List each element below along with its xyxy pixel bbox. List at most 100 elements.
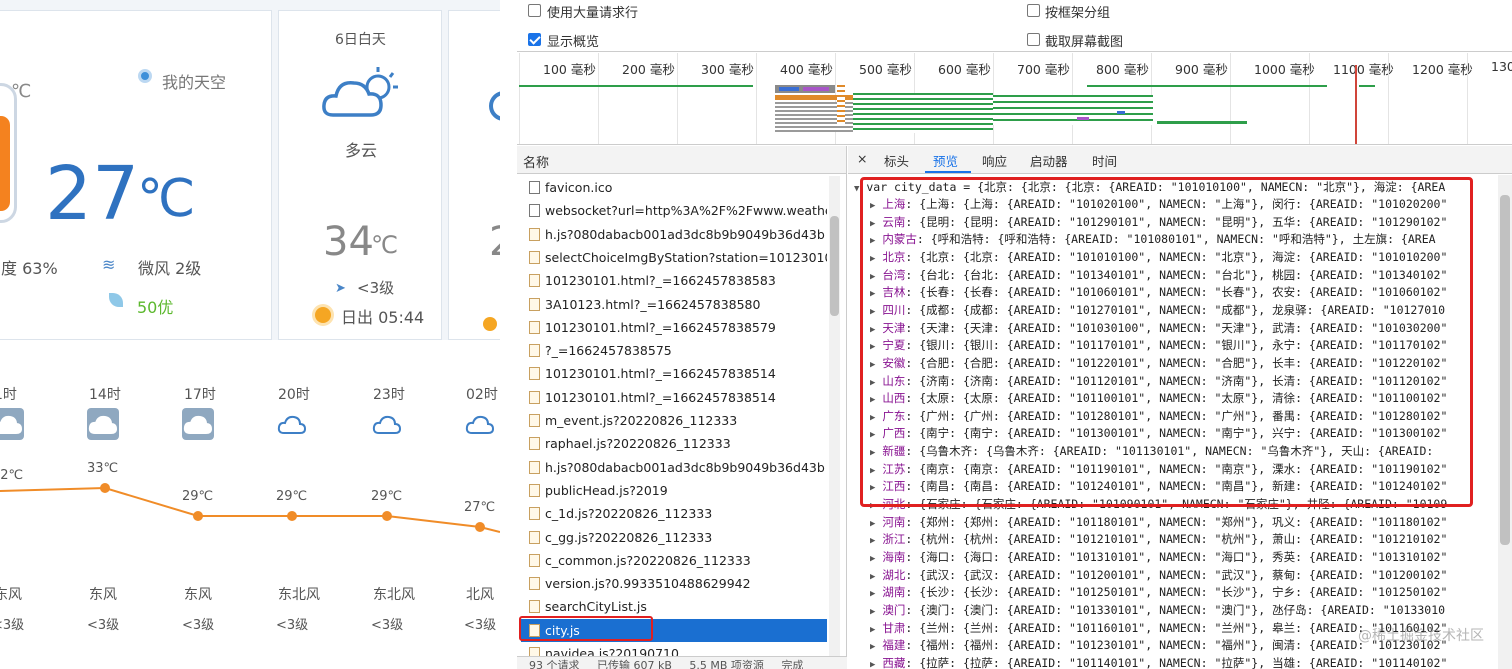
overview-checkbox[interactable] xyxy=(528,33,541,46)
tab-timing[interactable]: 时间 xyxy=(1092,151,1117,170)
list-scrollbar[interactable] xyxy=(829,176,840,656)
request-name: c_common.js?20220826_112333 xyxy=(545,552,751,568)
request-row[interactable]: favicon.ico xyxy=(521,176,827,199)
group-frame-label[interactable]: 按框架分组 xyxy=(1045,2,1110,21)
partly-cloudy-icon xyxy=(321,63,403,125)
finish: 完成 xyxy=(781,659,804,669)
province-value: : {澳门: {澳门: {AREAID: "101330101", NAMECN… xyxy=(905,602,1446,617)
request-row[interactable]: h.js?080dabacb001ad3dc8b9b9049b36d43b xyxy=(521,223,827,246)
request-row[interactable]: selectChoiceImgByStation?station=1012301… xyxy=(521,246,827,269)
request-row[interactable]: 101230101.html?_=1662457838514 xyxy=(521,386,827,409)
province-row[interactable]: ▶ 浙江: {杭州: {杭州: {AREAID: "101210101", NA… xyxy=(870,531,1447,547)
province-row[interactable]: ▶ 湖南: {长沙: {长沙: {AREAID: "101250101", NA… xyxy=(870,584,1447,600)
request-count: 93 个请求 xyxy=(529,659,580,669)
preview-scrollbar[interactable] xyxy=(1498,175,1512,669)
request-name: navidea.js?20190710 xyxy=(545,646,679,656)
watermark: @稀土掘金技术社区 xyxy=(1358,628,1484,644)
province-key: 海南 xyxy=(882,550,906,564)
timeline-tick-label: 100 毫秒 xyxy=(543,62,596,77)
cloud-icon-partial xyxy=(489,91,500,121)
overview-bars xyxy=(517,65,1512,144)
request-row[interactable]: c_1d.js?20220826_112333 xyxy=(521,502,827,525)
request-row[interactable]: 101230101.html?_=1662457838583 xyxy=(521,269,827,292)
province-value: : {长沙: {长沙: {AREAID: "101250101", NAMECN… xyxy=(905,585,1448,600)
forecast-card: 6日白天 多云 34 ℃ ➤ <3级 日出 05:44 xyxy=(278,10,442,340)
hour-weather-icon xyxy=(0,408,24,440)
file-icon xyxy=(529,204,540,218)
file-icon xyxy=(529,577,540,591)
request-row[interactable]: 101230101.html?_=1662457838579 xyxy=(521,316,827,339)
tab-preview[interactable]: 预览 xyxy=(933,151,958,170)
request-row[interactable]: c_gg.js?20220826_112333 xyxy=(521,526,827,549)
screenshots-checkbox[interactable] xyxy=(1027,33,1040,46)
hour-temp: 29℃ xyxy=(276,489,308,504)
file-icon xyxy=(529,181,540,194)
big-rows-checkbox[interactable] xyxy=(528,4,541,17)
status-bar: 93 个请求 已传输 607 kB 5.5 MB 项资源 完成 xyxy=(517,656,847,669)
province-row[interactable]: ▶ 湖北: {武汉: {武汉: {AREAID: "101200101", NA… xyxy=(870,567,1447,583)
location-pin-icon xyxy=(138,69,152,83)
timeline-tick-label: 800 毫秒 xyxy=(1096,62,1149,77)
close-icon[interactable]: × xyxy=(857,151,867,166)
hour-wind: 东北风 xyxy=(278,587,320,603)
hour-wind: 东风 xyxy=(89,587,117,603)
request-row[interactable]: ?_=1662457838575 xyxy=(521,339,827,362)
request-row[interactable]: h.js?080dabacb001ad3dc8b9b9049b36d43b xyxy=(521,456,827,479)
file-icon xyxy=(529,367,540,381)
province-value: : {海口: {海口: {AREAID: "101310101", NAMECN… xyxy=(905,550,1448,564)
location-label[interactable]: 我的天空 xyxy=(162,69,226,93)
province-key: 福建 xyxy=(882,638,906,653)
hour-time: 14时 xyxy=(89,387,121,403)
request-name: 101230101.html?_=1662457838514 xyxy=(545,389,776,405)
file-icon xyxy=(529,297,540,311)
request-row[interactable]: navidea.js?20190710 xyxy=(521,642,827,656)
request-row[interactable]: 3A10123.html?_=1662457838580 xyxy=(521,293,827,316)
request-list: 名称 favicon.ico websocket?url=http%3A%2F%2… xyxy=(517,146,847,656)
current-temp: 27 xyxy=(45,151,140,237)
tab-initiator[interactable]: 启动器 xyxy=(1030,151,1068,170)
hour-time: 20时 xyxy=(278,387,310,403)
file-icon xyxy=(529,647,540,656)
province-row[interactable]: ▶ 海南: {海口: {海口: {AREAID: "101310101", NA… xyxy=(870,549,1447,565)
tab-headers[interactable]: 标头 xyxy=(884,151,909,170)
network-overview[interactable]: 100 毫秒 200 毫秒 300 毫秒 400 毫秒 500 毫秒 600 毫… xyxy=(517,53,1512,145)
request-row[interactable]: c_common.js?20220826_112333 xyxy=(521,549,827,572)
province-row[interactable]: ▶ 西藏: {拉萨: {拉萨: {AREAID: "101140101", NA… xyxy=(870,655,1447,669)
today-card: ℃ 我的天空 27 ℃ 度 63% ≋ 微风 2级 50优 xyxy=(0,10,272,340)
request-row[interactable]: websocket?url=http%3A%2F%2Fwww.weather.c xyxy=(521,199,827,222)
timeline-tick-label: 600 毫秒 xyxy=(938,62,991,77)
forecast-card-next: 2 xyxy=(448,10,500,340)
file-icon xyxy=(529,414,540,427)
hour-weather-icon xyxy=(182,408,214,440)
province-row[interactable]: ▶ 澳门: {澳门: {澳门: {AREAID: "101330101", NA… xyxy=(870,602,1445,618)
province-value: : {拉萨: {拉萨: {AREAID: "101140101", NAMECN… xyxy=(905,655,1448,669)
province-highlight xyxy=(860,177,1473,507)
name-column-header[interactable]: 名称 xyxy=(517,146,846,174)
overview-label[interactable]: 显示概览 xyxy=(547,31,599,50)
file-icon xyxy=(529,320,540,334)
wind-icon: ≋ xyxy=(102,255,116,274)
province-key: 西藏 xyxy=(882,655,906,669)
screenshots-label[interactable]: 截取屏幕截图 xyxy=(1045,31,1123,50)
tab-response[interactable]: 响应 xyxy=(982,151,1007,170)
group-frame-checkbox[interactable] xyxy=(1027,4,1040,17)
province-value: : {郑州: {郑州: {AREAID: "101180101", NAMECN… xyxy=(905,514,1448,529)
timeline-tick-label: 700 毫秒 xyxy=(1017,62,1070,77)
file-icon xyxy=(529,227,540,241)
request-name: favicon.ico xyxy=(545,180,613,195)
file-icon xyxy=(529,344,540,358)
tab-preview-underline xyxy=(925,171,971,173)
request-row[interactable]: 101230101.html?_=1662457838514 xyxy=(521,362,827,385)
request-row[interactable]: m_event.js?20220826_112333 xyxy=(521,409,827,432)
request-row[interactable]: publicHead.js?2019 xyxy=(521,479,827,502)
hour-wind-level: <3级 xyxy=(182,618,215,633)
thermometer-icon xyxy=(0,83,17,223)
province-value: : {杭州: {杭州: {AREAID: "101210101", NAMECN… xyxy=(905,532,1448,547)
request-row[interactable]: raphael.js?20220826_112333 xyxy=(521,432,827,455)
request-row[interactable]: version.js?0.9933510488629942 xyxy=(521,572,827,595)
hour-time: 1时 xyxy=(0,387,17,403)
province-row[interactable]: ▶ 河南: {郑州: {郑州: {AREAID: "101180101", NA… xyxy=(870,514,1447,530)
big-rows-label[interactable]: 使用大量请求行 xyxy=(547,2,638,21)
sun-icon-partial xyxy=(483,317,497,331)
request-row[interactable]: searchCityList.js xyxy=(521,595,827,618)
